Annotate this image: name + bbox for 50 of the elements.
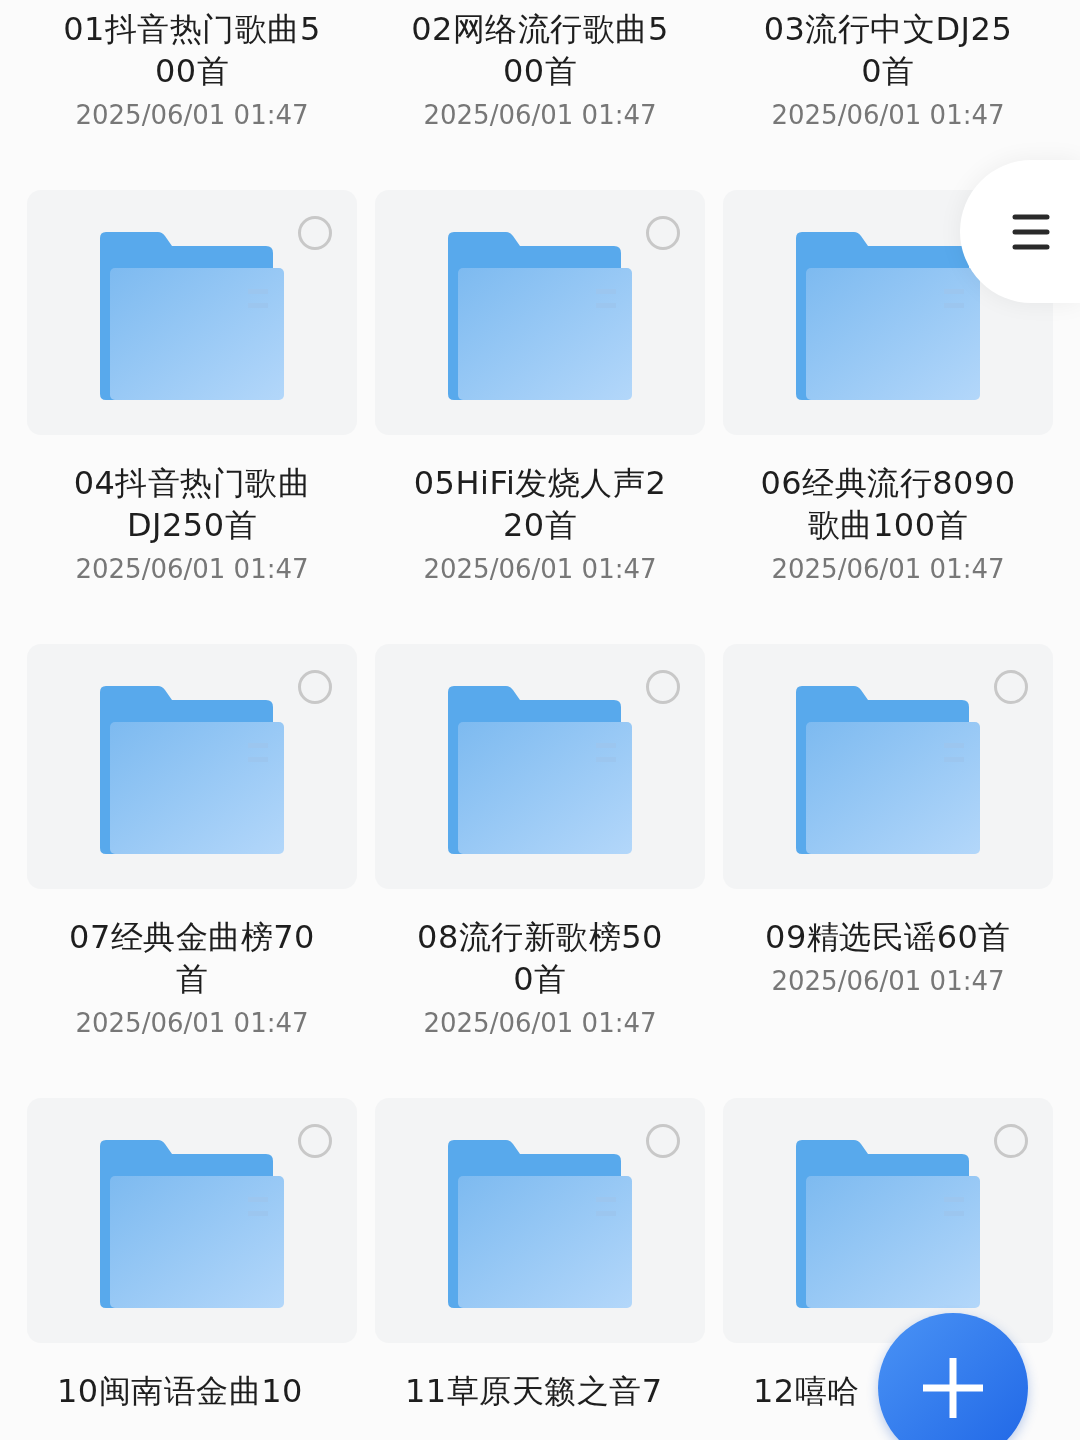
- select-checkbox[interactable]: [298, 670, 332, 704]
- folder-name: 02网络流行歌曲5 00首: [411, 9, 669, 92]
- folder-icon: [448, 686, 632, 854]
- modified-date: 2025/06/01 01:47: [75, 1007, 309, 1040]
- folder-name: 01抖音热门歌曲5 00首: [63, 9, 321, 92]
- folder-icon: [796, 1140, 980, 1308]
- folder-name: 10闽南语金曲10: [57, 1371, 303, 1412]
- folder-card[interactable]: [27, 1098, 357, 1343]
- folder-name: 04抖音热门歌曲 DJ250首: [73, 463, 311, 546]
- folder-name: 05HiFi发烧人声2 20首: [413, 463, 667, 546]
- folder-icon: [448, 232, 632, 400]
- modified-date: 2025/06/01 01:47: [771, 553, 1005, 586]
- select-checkbox[interactable]: [646, 670, 680, 704]
- plus-icon: [923, 1358, 983, 1418]
- folder-name: 12嘻哈: [753, 1371, 860, 1412]
- select-checkbox[interactable]: [298, 1124, 332, 1158]
- modified-date: 2025/06/01 01:47: [423, 99, 657, 132]
- modified-date: 2025/06/01 01:47: [423, 1007, 657, 1040]
- folder-name: 03流行中文DJ25 0首: [763, 9, 1013, 92]
- folder-card[interactable]: [723, 644, 1053, 889]
- modified-date: 2025/06/01 01:47: [75, 99, 309, 132]
- modified-date: 2025/06/01 01:47: [75, 553, 309, 586]
- add-button[interactable]: [878, 1313, 1028, 1440]
- folder-icon: [796, 232, 980, 400]
- folder-name: 06经典流行8090 歌曲100首: [760, 463, 1016, 546]
- modified-date: 2025/06/01 01:47: [771, 99, 1005, 132]
- menu-button[interactable]: [960, 160, 1080, 303]
- folder-icon: [796, 686, 980, 854]
- folder-card[interactable]: [27, 644, 357, 889]
- folder-name: 09精选民谣60首: [765, 917, 1011, 958]
- folder-name: 07经典金曲榜70 首: [69, 917, 315, 1000]
- folder-card[interactable]: [27, 190, 357, 435]
- folder-name: 08流行新歌榜50 0首: [417, 917, 663, 1000]
- folder-name: 11草原天籁之音7: [405, 1371, 663, 1412]
- folder-icon: [100, 686, 284, 854]
- select-checkbox[interactable]: [994, 1124, 1028, 1158]
- folder-icon: [448, 1140, 632, 1308]
- folder-icon: [100, 1140, 284, 1308]
- folder-card[interactable]: [723, 1098, 1053, 1343]
- folder-card[interactable]: [375, 644, 705, 889]
- modified-date: 2025/06/01 01:47: [423, 553, 657, 586]
- select-checkbox[interactable]: [298, 216, 332, 250]
- select-checkbox[interactable]: [646, 1124, 680, 1158]
- select-checkbox[interactable]: [646, 216, 680, 250]
- folder-card[interactable]: [375, 1098, 705, 1343]
- folder-icon: [100, 232, 284, 400]
- modified-date: 2025/06/01 01:47: [771, 965, 1005, 998]
- menu-icon: [1012, 213, 1050, 250]
- folder-card[interactable]: [375, 190, 705, 435]
- select-checkbox[interactable]: [994, 670, 1028, 704]
